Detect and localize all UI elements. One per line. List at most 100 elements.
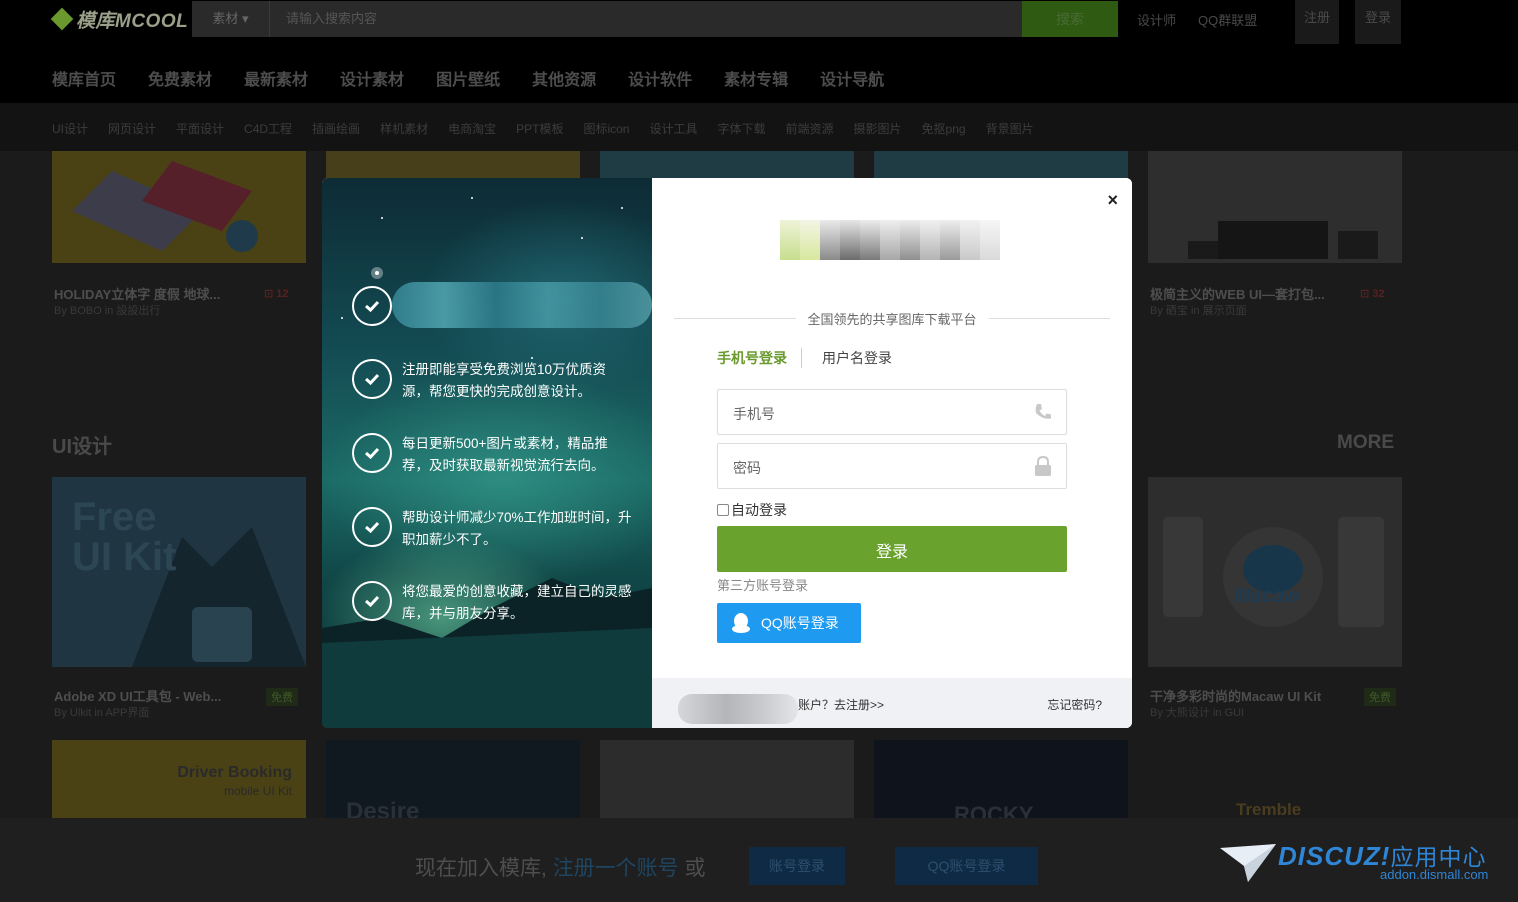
card-thumbnail[interactable]: Macaw [1148, 477, 1402, 667]
join-text-pre: 现在加入模库, [415, 857, 547, 880]
site-logo[interactable]: 模库MCOOL [50, 6, 188, 32]
lock-icon [1035, 455, 1051, 476]
nav-item-other[interactable]: 其他资源 [532, 66, 596, 90]
section-title: UI设计 [52, 436, 112, 458]
card-title[interactable]: 干净多彩时尚的Macaw UI Kit [1150, 686, 1321, 705]
feature-text: 每日更新500+图片或素材，精品推荐，及时获取最新视觉流行去向。 [402, 436, 608, 473]
register-link[interactable]: 账户？去注册>> [798, 696, 884, 713]
subnav-item[interactable]: 平面设计 [176, 120, 224, 137]
subnav-item[interactable]: 前端资源 [786, 120, 834, 137]
auto-login[interactable]: 自动登录 [717, 500, 787, 520]
nav-item-albums[interactable]: 素材专辑 [724, 66, 788, 90]
divider [674, 317, 796, 319]
search-category-select[interactable]: 素材 ▾ [192, 1, 270, 37]
card-author[interactable]: By 大熊设计 in GUI [1150, 704, 1244, 720]
phone-icon [1035, 404, 1051, 419]
card-image-text: Free UI Kit [72, 495, 177, 579]
auto-login-checkbox[interactable] [717, 504, 729, 516]
card-badge: ⊡ 32 [1360, 287, 1385, 300]
nav-item-guide[interactable]: 设计导航 [820, 66, 884, 90]
nav-item-wallpaper[interactable]: 图片壁纸 [436, 66, 500, 90]
subnav-item[interactable]: C4D工程 [244, 120, 292, 137]
subnav-item[interactable]: 插画绘画 [312, 120, 360, 137]
card-image-text: Tremble [1236, 800, 1302, 819]
search-button[interactable]: 搜索 [1022, 1, 1118, 37]
subnav-item[interactable]: PPT模板 [516, 120, 563, 137]
close-icon[interactable]: × [1107, 190, 1118, 211]
designer-link[interactable]: 设计师 [1137, 10, 1176, 29]
password-field[interactable]: 密码 [717, 443, 1067, 489]
card-thumbnail[interactable]: ROCKY [874, 740, 1128, 827]
qq-login-button-bg[interactable]: QQ账号登录 [895, 847, 1038, 885]
subnav-item[interactable]: 图标icon [583, 120, 629, 137]
login-modal: 注册即能享受免费浏览10万优质资源，帮您更快的完成创意设计。 每日更新500+图… [322, 178, 1132, 728]
logo-icon [50, 7, 74, 31]
password-placeholder: 密码 [733, 460, 761, 476]
login-link[interactable]: 登录 [1355, 0, 1401, 44]
login-form-panel: × 全国领先的共享图库下载平台 手机号登录 用户名登录 手机号 密码 自动登录 … [652, 178, 1132, 728]
card-thumbnail[interactable] [52, 151, 306, 263]
slogan-text: 全国领先的共享图库下载平台 [807, 311, 977, 327]
feature-item: 将您最爱的创意收藏，建立自己的灵感库，并与朋友分享。 [352, 581, 632, 625]
card-thumbnail[interactable] [326, 151, 580, 179]
top-links: 设计师 QQ群联盟 注册 登录 [1137, 0, 1401, 44]
search-bar: 素材 ▾ 请输入搜索内容 搜索 [192, 1, 1118, 37]
search-input[interactable]: 请输入搜索内容 [270, 1, 1022, 37]
subnav-item[interactable]: 网页设计 [108, 120, 156, 137]
qq-login-label: QQ账号登录 [761, 615, 839, 631]
account-login-button[interactable]: 账号登录 [749, 847, 845, 885]
card-thumbnail[interactable]: Tremble [1148, 740, 1402, 819]
nav-item-design[interactable]: 设计素材 [340, 66, 404, 90]
subnav-item[interactable]: 摄影图片 [854, 120, 902, 137]
join-text-post: 或 [684, 857, 706, 880]
free-tag: 免费 [1364, 688, 1396, 706]
badge-count: 12 [276, 288, 289, 300]
register-link[interactable]: 注册 [1295, 0, 1339, 44]
nav-item-software[interactable]: 设计软件 [628, 66, 692, 90]
login-button[interactable]: 登录 [717, 526, 1067, 572]
discuz-watermark: DISCUZ!应用中心 addon.dismall.com [1218, 838, 1508, 892]
free-tag: 免费 [266, 688, 298, 706]
subnav-item[interactable]: 样机素材 [380, 120, 428, 137]
card-thumbnail[interactable]: Free UI Kit [52, 477, 306, 667]
subnav-item[interactable]: UI设计 [52, 120, 88, 137]
main-nav: 模库首页 免费素材 最新素材 设计素材 图片壁纸 其他资源 设计软件 素材专辑 … [52, 66, 884, 90]
more-link[interactable]: MORE [1337, 432, 1394, 454]
join-register-link[interactable]: 注册一个账号 [553, 857, 679, 880]
subnav-item[interactable]: 背景图片 [986, 120, 1034, 137]
tab-phone-login[interactable]: 手机号登录 [717, 348, 802, 368]
subnav-item[interactable]: 设计工具 [649, 120, 697, 137]
card-title[interactable]: 极简主义的WEB UI—套打包... [1150, 284, 1325, 303]
nav-item-latest[interactable]: 最新素材 [244, 66, 308, 90]
card-author[interactable]: By 硒宝 in 展示页面 [1150, 302, 1247, 318]
card-badge: ⊡ 12 [264, 287, 289, 300]
qq-group-link[interactable]: QQ群联盟 [1198, 10, 1257, 29]
card-image [72, 161, 258, 252]
forgot-password-link[interactable]: 忘记密码? [1047, 696, 1102, 713]
feature-item: 帮助设计师减少70%工作加班时间，升职加薪少不了。 [352, 507, 632, 551]
card-title[interactable]: Adobe XD UI工具包 - Web... [54, 686, 221, 705]
nav-item-home[interactable]: 模库首页 [52, 66, 116, 90]
subnav-item[interactable]: 免抠png [922, 120, 966, 137]
card-author[interactable]: By Ulkit in APP界面 [54, 704, 149, 720]
qq-login-button[interactable]: QQ账号登录 [717, 603, 861, 643]
card-thumbnail[interactable]: Driver Booking mobile UI Kit [52, 740, 306, 818]
card-thumbnail[interactable] [874, 151, 1128, 179]
phone-placeholder: 手机号 [733, 406, 775, 422]
subnav-item[interactable]: 电商淘宝 [448, 120, 496, 137]
tab-username-login[interactable]: 用户名登录 [802, 348, 892, 368]
card-author[interactable]: By BOBO in 設設出行 [54, 302, 160, 318]
check-circle-icon [352, 286, 392, 326]
card-title[interactable]: HOLIDAY立体字 度假 地球... [54, 284, 220, 303]
nav-item-free[interactable]: 免费素材 [148, 66, 212, 90]
card-thumbnail[interactable]: Desire [326, 740, 580, 825]
card-thumbnail[interactable] [600, 151, 854, 179]
phone-field[interactable]: 手机号 [717, 389, 1067, 435]
feature-text: 将您最爱的创意收藏，建立自己的灵感库，并与朋友分享。 [402, 584, 632, 621]
subnav-item[interactable]: 字体下载 [717, 120, 765, 137]
card-thumbnail[interactable] [600, 740, 854, 818]
check-circle-icon [352, 507, 392, 547]
card-thumbnail[interactable] [1148, 151, 1402, 263]
card-image-subtext: mobile UI Kit [223, 784, 292, 798]
blurred-text [678, 694, 798, 724]
